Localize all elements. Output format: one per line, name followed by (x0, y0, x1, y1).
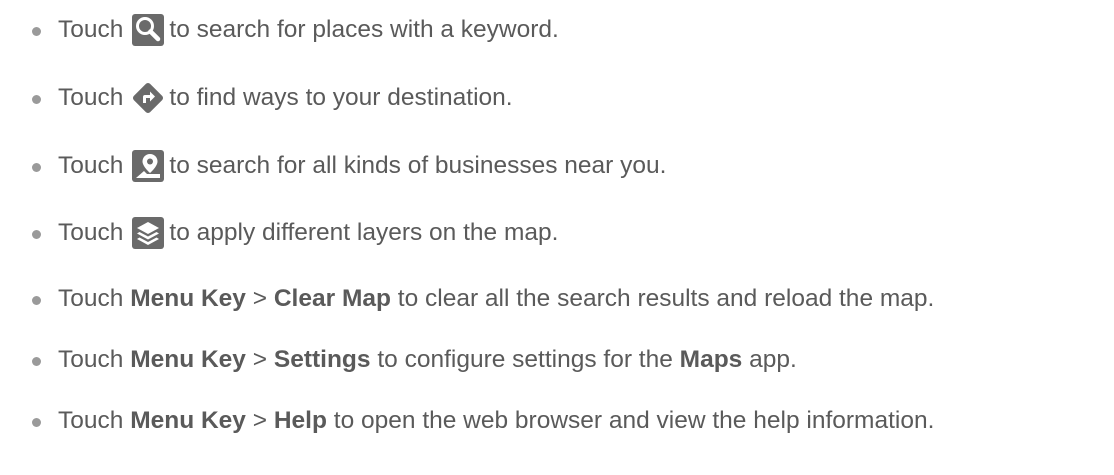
item-prefix: Touch (58, 407, 124, 434)
directions-icon (131, 81, 165, 115)
settings-label: Settings (273, 346, 371, 373)
item-prefix: Touch (58, 152, 124, 179)
item-text: to configure settings for the (377, 346, 673, 373)
list-item: Touch to apply different layers on the m… (0, 215, 1114, 251)
maps-label: Maps (679, 346, 743, 373)
item-text: to search for all kinds of businesses ne… (169, 152, 667, 179)
bullet (32, 27, 41, 36)
item-prefix: Touch (58, 219, 124, 246)
item-text-end: app. (749, 346, 797, 373)
item-text: to find ways to your destination. (169, 84, 513, 111)
bullet (32, 163, 41, 172)
search-icon (131, 13, 165, 47)
item-prefix: Touch (58, 346, 124, 373)
item-text: to search for places with a keyword. (169, 16, 559, 43)
separator: > (252, 346, 268, 373)
list-item: Touch Menu Key > Clear Map to clear all … (0, 281, 1114, 317)
bullet (32, 230, 41, 239)
menu-key-label: Menu Key (130, 285, 246, 312)
separator: > (252, 407, 268, 434)
places-icon (131, 149, 165, 183)
bullet (32, 95, 41, 104)
bullet (32, 296, 41, 305)
menu-key-label: Menu Key (130, 346, 246, 373)
menu-key-label: Menu Key (130, 407, 246, 434)
separator: > (252, 285, 268, 312)
item-text: to apply different layers on the map. (169, 219, 559, 246)
help-label: Help (273, 407, 327, 434)
list-item: Touch to search for all kinds of busines… (0, 148, 1114, 184)
item-prefix: Touch (58, 16, 124, 43)
layers-icon (131, 216, 165, 250)
list-item: Touch Menu Key > Settings to configure s… (0, 342, 1114, 378)
list-item: Touch Menu Key > Help to open the web br… (0, 403, 1114, 439)
item-prefix: Touch (58, 84, 124, 111)
item-text: to open the web browser and view the hel… (333, 407, 935, 434)
clear-map-label: Clear Map (273, 285, 391, 312)
list-item: Touch to find ways to your destination. (0, 80, 1114, 116)
list-item: Touch to search for places with a keywor… (0, 12, 1114, 48)
item-prefix: Touch (58, 285, 124, 312)
bullet (32, 418, 41, 427)
item-text: to clear all the search results and relo… (397, 285, 935, 312)
bullet (32, 357, 41, 366)
